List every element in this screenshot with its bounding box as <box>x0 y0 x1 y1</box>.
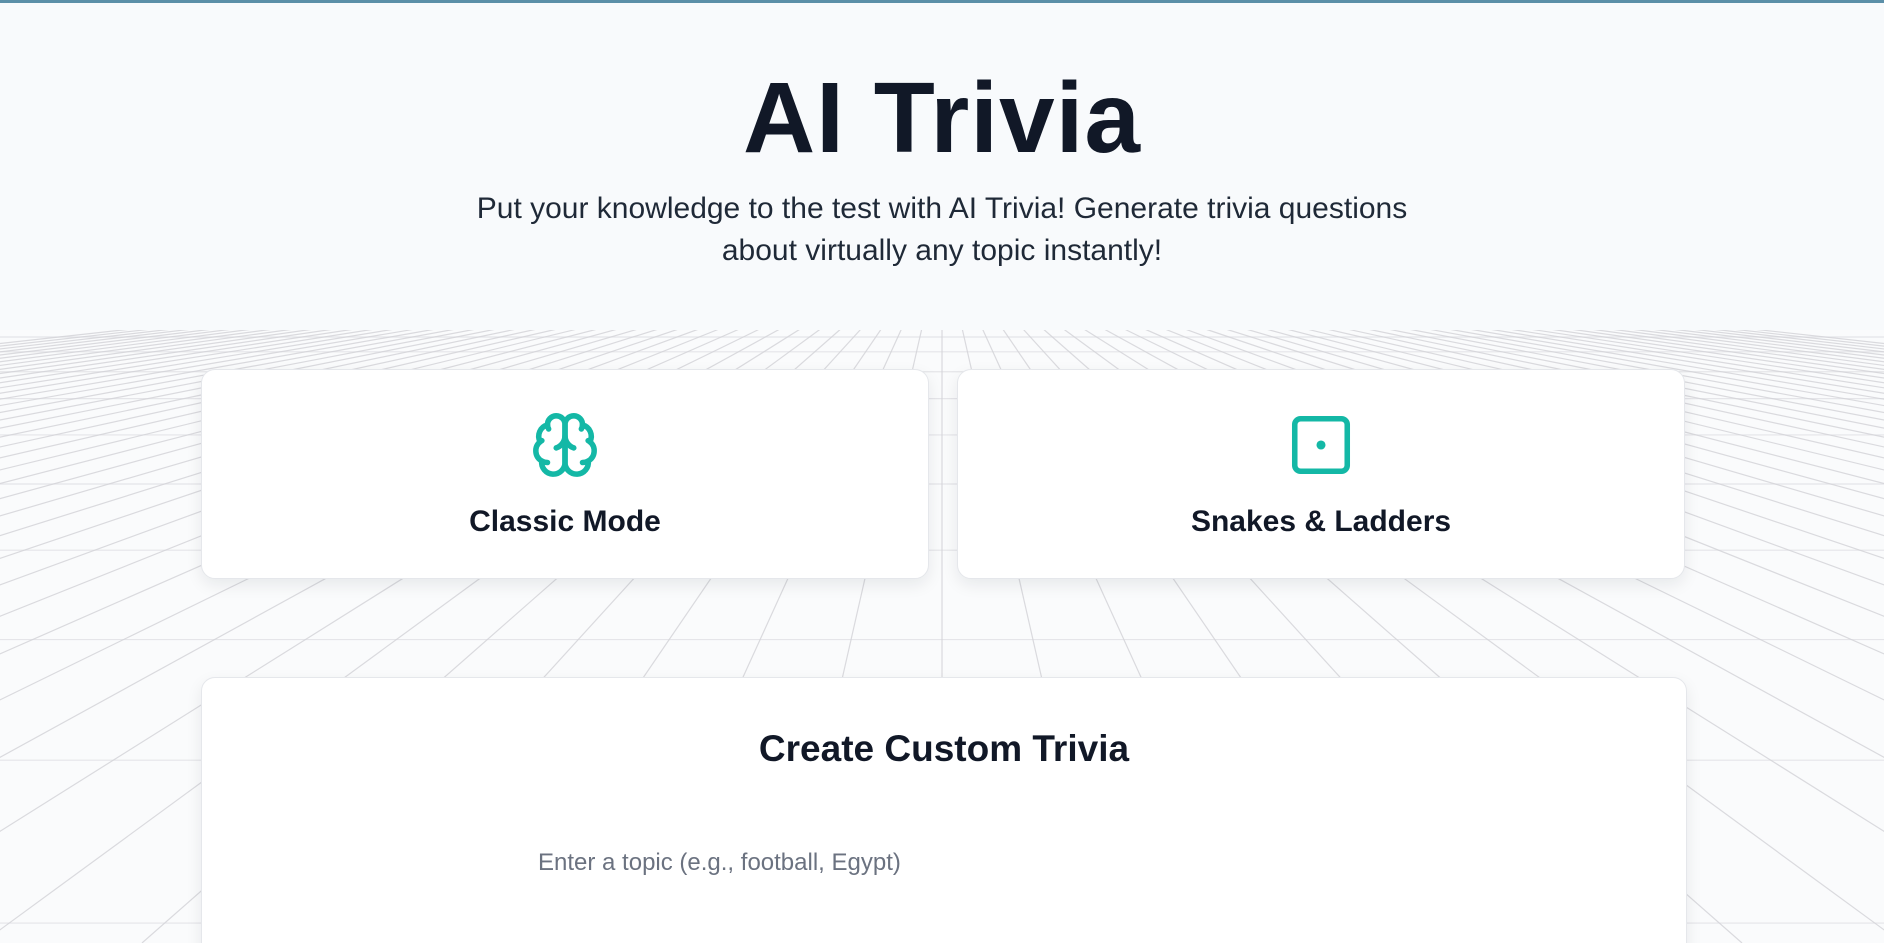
page-title: AI Trivia <box>742 62 1142 174</box>
top-accent-bar <box>0 0 1884 3</box>
dice-icon <box>1291 415 1351 475</box>
classic-mode-card[interactable]: Classic Mode <box>201 369 929 579</box>
classic-mode-label: Classic Mode <box>469 505 661 538</box>
brain-icon <box>533 413 597 477</box>
custom-trivia-card: Create Custom Trivia <box>201 677 1687 943</box>
topic-input[interactable] <box>522 838 1368 888</box>
snakes-ladders-card[interactable]: Snakes & Ladders <box>957 369 1685 579</box>
snakes-ladders-label: Snakes & Ladders <box>1190 505 1452 538</box>
custom-trivia-title: Create Custom Trivia <box>758 728 1130 769</box>
page-subtitle: Put your knowledge to the test with AI T… <box>476 192 1408 267</box>
